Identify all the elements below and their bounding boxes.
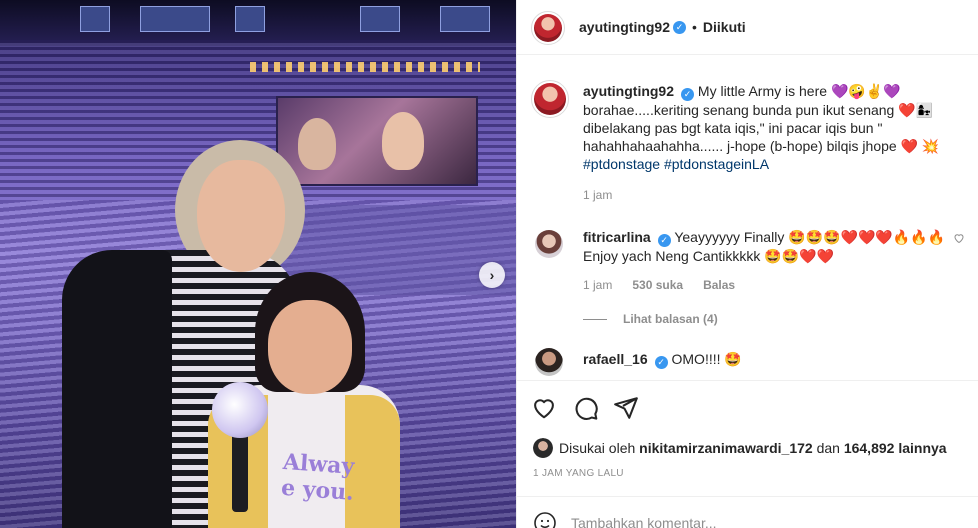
stage-screen [276,96,478,186]
comment-like-heart-icon[interactable] [953,232,965,244]
lightstick-handle [232,432,248,512]
author-username[interactable]: ayutingting92 [579,19,670,35]
woman-vest [62,250,172,528]
add-comment-bar: Tambahkan komentar... [517,496,978,528]
verified-badge-icon: ✓ [681,88,695,101]
caption-time[interactable]: 1 jam [583,188,612,202]
comment-emoji: 🤩🤩🤩❤️❤️❤️🔥🔥🔥 [788,229,946,245]
likes-summary: Disukai oleh nikitamirzanimawardi_172 da… [533,438,947,458]
header-user: ayutingting92 ✓ • Diikuti [579,19,746,35]
comment-emoji: 🤩 [724,351,742,367]
share-button[interactable] [613,395,641,423]
verified-badge-icon: ✓ [657,234,671,247]
author-avatar[interactable] [531,11,565,45]
separator-dot: • [692,19,697,35]
commenter-avatar[interactable] [533,346,565,378]
commenter-username[interactable]: rafaell_16 [583,351,648,367]
follow-button[interactable]: Diikuti [703,19,746,35]
stadium-billboard [235,6,265,32]
comment-body: Yeayyyyyy Finally [674,229,785,245]
action-bar [517,380,978,436]
like-button[interactable] [531,395,559,423]
likes-prefix: Disukai oleh [559,440,636,456]
comment-time[interactable]: 1 jam [583,278,612,292]
comment-input[interactable]: Tambahkan komentar... [571,515,717,528]
caption-line: borahae.....keriting senang bunda pun ik… [583,102,895,118]
comment-body: OMO!!!! [671,351,721,367]
comment-text: fitricarlina ✓ Yeayyyyyy Finally 🤩🤩🤩❤️❤️❤… [583,228,975,265]
post-details-panel: ayutingting92 ✓ • Diikuti ayutingting92 ✓… [516,0,978,528]
caption-text: ayutingting92 ✓ My little Army is here 💜🤪… [583,82,971,173]
view-replies-label: Lihat balasan (4) [623,312,718,326]
screen-person [382,112,424,170]
liker-username[interactable]: nikitamirzanimawardi_172 [639,440,813,456]
stage-lights [250,62,480,72]
caption-emoji: ❤️👩‍👧 [898,102,934,118]
comment-likes[interactable]: 530 suka [632,278,683,292]
stadium-billboard [80,6,110,32]
comment-icon [575,397,598,420]
comment-button[interactable] [573,395,601,423]
caption-avatar[interactable] [531,80,569,118]
caption-username[interactable]: ayutingting92 [583,83,674,99]
girl-face [268,300,352,394]
post-photo[interactable]: Alway e you. [0,0,516,528]
hashtag-link[interactable]: #ptdonstageinLA [664,156,769,172]
stadium-billboard [360,6,400,32]
comment-emoji: 🤩🤩❤️❤️ [764,248,835,264]
avatar-image [534,14,562,42]
avatar-image [533,438,553,458]
verified-badge-icon: ✓ [673,20,687,34]
commenter-username[interactable]: fitricarlina [583,229,651,245]
lightstick-bulb [212,382,268,438]
liker-avatar[interactable] [533,438,553,458]
shirt-print: Alway e you. [280,449,373,507]
reply-button[interactable]: Balas [703,278,735,292]
stadium-billboard [440,6,490,32]
caption-emoji: ❤️ 💥 [900,138,940,154]
avatar-image [535,230,563,258]
caption-line: My little Army is here [697,83,828,99]
caption-line: dibelakang pas bgt kata iqis," ini pacar… [583,120,883,136]
likes-middle: dan [816,440,840,456]
heart-icon [534,399,554,419]
send-icon [614,397,638,419]
caption-emoji: 💜🤪✌️💜 [830,83,901,99]
post-timestamp[interactable]: 1 JAM YANG LALU [533,468,624,479]
woman-face [197,160,285,272]
caption-line: hahahhahaahahha...... j-hope (b-hope) bi… [583,138,897,154]
commenter-avatar[interactable] [533,228,565,260]
likes-count[interactable]: 164,892 lainnya [844,440,947,456]
comment-meta: 1 jam 530 suka Balas [583,278,735,292]
post-header: ayutingting92 ✓ • Diikuti [517,0,978,55]
comment-body: Enjoy yach Neng Cantikkkkk [583,248,761,264]
chevron-right-icon: › [489,267,495,283]
avatar-image [535,348,563,376]
view-replies-button[interactable]: Lihat balasan (4) [583,312,718,326]
emoji-icon[interactable] [533,511,557,528]
caption-meta: 1 jam [583,188,612,202]
verified-badge-icon: ✓ [654,356,668,369]
replies-line [583,318,607,320]
screen-person [298,118,336,170]
next-photo-button[interactable]: › [479,262,505,288]
avatar-image [534,83,566,115]
comment-text: rafaell_16 ✓ OMO!!!! 🤩 [583,350,971,369]
hashtag-link[interactable]: #ptdonstage [583,156,660,172]
stadium-billboard [140,6,210,32]
comments-list[interactable]: ayutingting92 ✓ My little Army is here 💜🤪… [517,56,978,378]
